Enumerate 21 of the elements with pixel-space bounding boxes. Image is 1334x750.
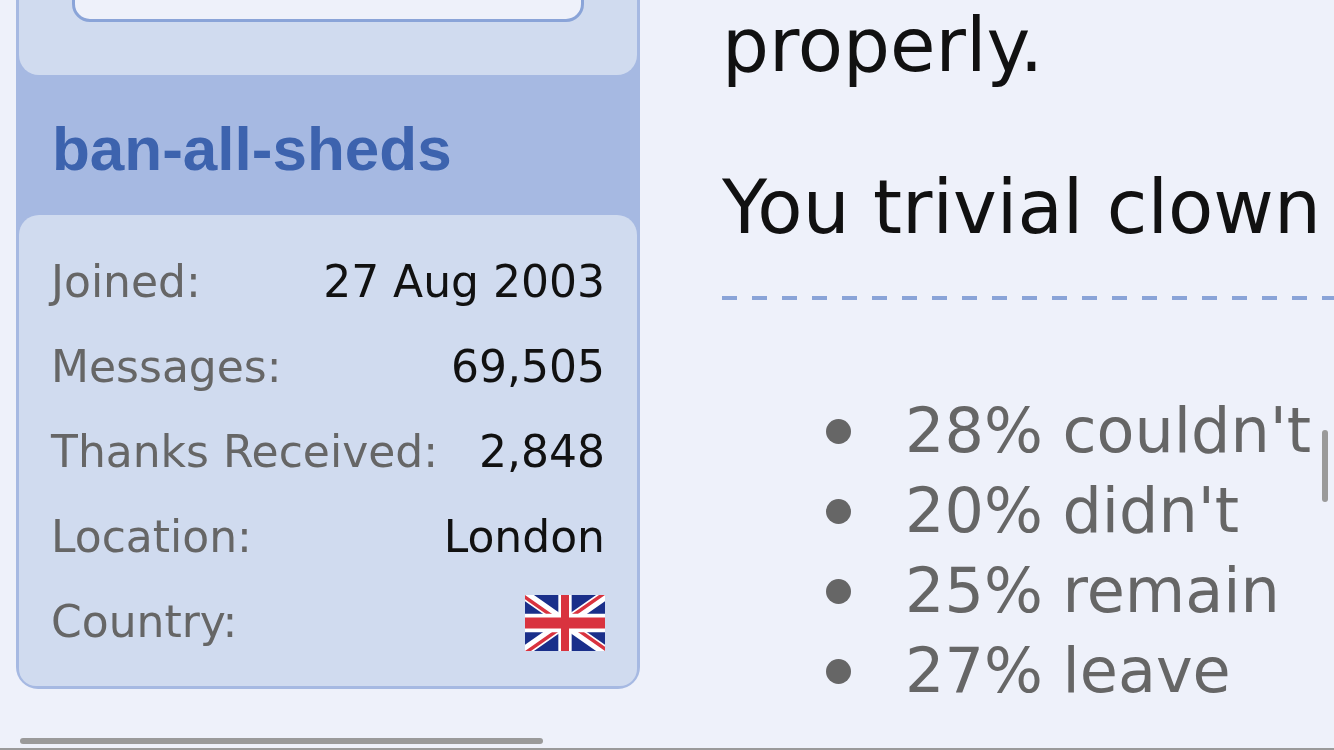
post-text: You trivial clown — [722, 163, 1321, 252]
profile-value: London — [443, 511, 605, 564]
signature-item: 27% leave — [905, 633, 1231, 709]
bullet-icon — [826, 578, 851, 604]
profile-label: Messages: — [51, 341, 282, 394]
union-flag-icon — [525, 594, 605, 651]
profile-value: 69,505 — [451, 341, 605, 394]
bullet-icon — [826, 658, 851, 684]
username[interactable]: ban-all-sheds — [52, 113, 452, 185]
profile-label: Thanks Received: — [51, 426, 439, 479]
bullet-icon — [826, 418, 851, 444]
post-text: properly. — [722, 1, 1044, 90]
signature-item: 25% remain — [905, 553, 1280, 629]
signature-item: 20% didn't — [905, 473, 1240, 549]
profile-label: Country: — [51, 596, 238, 649]
profile-value: 2,848 — [479, 426, 605, 479]
scroll-indicator — [1322, 430, 1328, 502]
profile-label: Location: — [51, 511, 252, 564]
profile-value: 27 Aug 2003 — [323, 256, 605, 309]
bullet-icon — [826, 498, 851, 524]
signature-item: 28% couldn't — [905, 393, 1312, 469]
